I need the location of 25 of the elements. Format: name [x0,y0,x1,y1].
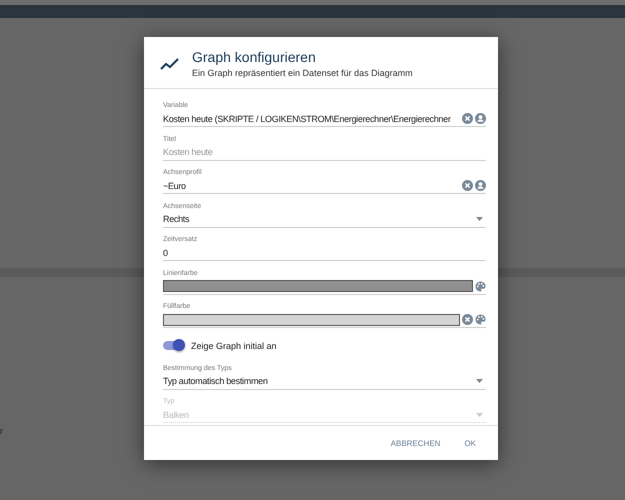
dialog-subtitle: Ein Graph repräsentiert ein Datenset für das Diagramm [192,68,413,78]
palette-icon[interactable] [475,314,486,325]
toggle-label: Zeige Graph initial an [191,340,277,350]
caret-icon [476,379,483,383]
person-icon[interactable] [475,180,486,191]
color-swatch[interactable] [163,314,460,326]
color-swatch[interactable] [163,280,473,292]
select-field[interactable]: Rechts [163,212,486,228]
clear-icon[interactable] [462,314,473,325]
caret-icon [476,412,483,416]
background-text: r [0,426,3,436]
caret-icon [476,217,483,221]
dialog-button[interactable]: ABBRECHEN [382,432,448,454]
palette-icon[interactable] [475,280,486,292]
dialog-title: Graph konfigurieren [192,49,317,65]
clear-icon[interactable] [462,180,473,191]
dialog-button[interactable]: OK [456,432,484,454]
line-chart-icon [160,56,180,70]
toggle-switch[interactable] [163,341,183,350]
select-field[interactable]: Typ automatisch bestimmen [163,374,486,390]
text-field[interactable]: ~Euro [163,178,486,194]
clear-icon[interactable] [462,113,473,124]
text-field[interactable]: Kosten heute (SKRIPTE / LOGIKEN\STROM\Energierechner\Energierechner [163,111,486,127]
text-field[interactable]: 0 [163,245,486,261]
person-icon[interactable] [475,113,486,124]
